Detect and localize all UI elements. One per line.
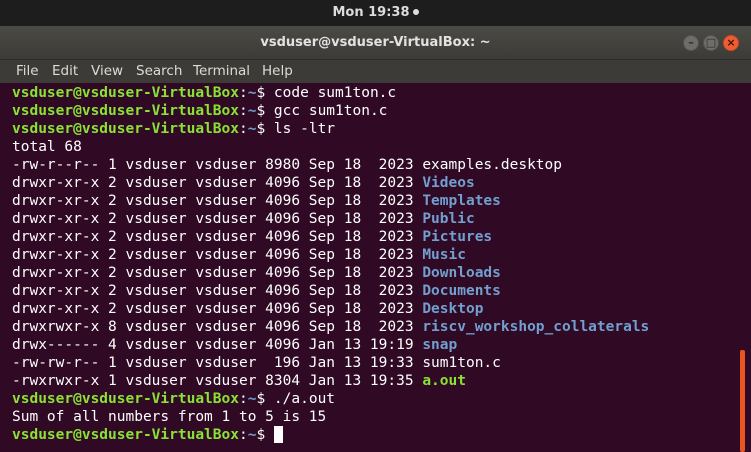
file-meta: drwxr-xr-x 2 vsduser vsduser 4096 Sep 18… (12, 247, 414, 263)
prompt-symbol: $ (256, 427, 266, 443)
top-panel: Mon 19:38 (0, 0, 751, 26)
executable-name: a.out (422, 373, 466, 389)
file-row: drwx------ 4 vsduser vsduser 4096 Jan 13… (12, 336, 457, 354)
prompt-user-host: vsduser@vsduser-VirtualBox (12, 391, 239, 407)
notification-dot-icon (412, 8, 419, 15)
file-meta: drwxr-xr-x 2 vsduser vsduser 4096 Sep 18… (12, 193, 414, 209)
prompt-user-host: vsduser@vsduser-VirtualBox (12, 121, 239, 137)
prompt-line: vsduser@vsduser-VirtualBox:~$ code sum1t… (12, 85, 397, 101)
minimize-button[interactable]: – (683, 35, 699, 51)
file-meta: drwxr-xr-x 2 vsduser vsduser 4096 Sep 18… (12, 211, 414, 227)
menu-view[interactable]: View (91, 60, 123, 83)
command-text: gcc sum1ton.c (273, 103, 388, 119)
directory-name: Pictures (422, 229, 493, 245)
terminal-output[interactable]: vsduser@vsduser-VirtualBox:~$ code sum1t… (0, 83, 751, 452)
menu-edit[interactable]: Edit (52, 60, 78, 83)
menu-help[interactable]: Help (262, 60, 293, 83)
file-row: drwxr-xr-x 2 vsduser vsduser 4096 Sep 18… (12, 192, 501, 210)
prompt-user-host: vsduser@vsduser-VirtualBox (12, 103, 239, 119)
file-meta: drwxr-xr-x 2 vsduser vsduser 4096 Sep 18… (12, 229, 414, 245)
directory-name: Documents (422, 283, 501, 299)
menu-bar: File Edit View Search Terminal Help (0, 60, 751, 83)
file-name: examples.desktop (422, 157, 562, 173)
active-prompt-line[interactable]: vsduser@vsduser-VirtualBox:~$ (12, 426, 283, 444)
file-meta: drwxr-xr-x 2 vsduser vsduser 4096 Sep 18… (12, 283, 414, 299)
file-row: drwxr-xr-x 2 vsduser vsduser 4096 Sep 18… (12, 246, 466, 264)
file-meta: drwxr-xr-x 2 vsduser vsduser 4096 Sep 18… (12, 265, 414, 281)
file-row: drwxr-xr-x 2 vsduser vsduser 4096 Sep 18… (12, 282, 501, 300)
prompt-symbol: $ (256, 121, 266, 137)
file-row: -rw-r--r-- 1 vsduser vsduser 8980 Sep 18… (12, 156, 562, 174)
prompt-symbol: $ (256, 103, 266, 119)
window-titlebar[interactable]: vsduser@vsduser-VirtualBox: ~ – □ × (0, 26, 751, 60)
file-row: drwxr-xr-x 2 vsduser vsduser 4096 Sep 18… (12, 210, 475, 228)
file-meta: drwxr-xr-x 2 vsduser vsduser 4096 Sep 18… (12, 175, 414, 191)
file-row: -rwxrwxr-x 1 vsduser vsduser 8304 Jan 13… (12, 372, 466, 390)
directory-name: Public (422, 211, 475, 227)
file-name: sum1ton.c (422, 355, 501, 371)
prompt-symbol: $ (256, 85, 266, 101)
clock-label: Mon 19:38 (332, 5, 410, 20)
directory-name: snap (422, 337, 458, 353)
file-row: drwxr-xr-x 2 vsduser vsduser 4096 Sep 18… (12, 228, 492, 246)
ls-total: total 68 (12, 139, 82, 155)
prompt-symbol: $ (256, 391, 266, 407)
close-button[interactable]: × (723, 35, 739, 51)
text-cursor (273, 426, 283, 443)
window-title: vsduser@vsduser-VirtualBox: ~ (260, 35, 491, 50)
scrollbar-thumb[interactable] (740, 350, 745, 452)
directory-name: Videos (422, 175, 475, 191)
prompt-line: vsduser@vsduser-VirtualBox:~$ ./a.out (12, 391, 336, 407)
file-meta: drwxrwxr-x 8 vsduser vsduser 4096 Sep 18… (12, 319, 414, 335)
prompt-line: vsduser@vsduser-VirtualBox:~$ gcc sum1to… (12, 103, 388, 119)
file-meta: -rwxrwxr-x 1 vsduser vsduser 8304 Jan 13… (12, 373, 414, 389)
command-text: ls -ltr (273, 121, 336, 137)
directory-name: Downloads (422, 265, 501, 281)
file-row: drwxr-xr-x 2 vsduser vsduser 4096 Sep 18… (12, 174, 475, 192)
maximize-button[interactable]: □ (703, 35, 719, 51)
directory-name: Desktop (422, 301, 484, 317)
program-output: Sum of all numbers from 1 to 5 is 15 (12, 409, 327, 425)
command-text: code sum1ton.c (273, 85, 397, 101)
directory-name: Music (422, 247, 466, 263)
directory-name: Templates (422, 193, 501, 209)
file-meta: -rw-r--r-- 1 vsduser vsduser 8980 Sep 18… (12, 157, 414, 173)
file-meta: -rw-rw-r-- 1 vsduser vsduser 196 Jan 13 … (12, 355, 414, 371)
prompt-user-host: vsduser@vsduser-VirtualBox (12, 427, 239, 443)
file-row: drwxr-xr-x 2 vsduser vsduser 4096 Sep 18… (12, 264, 501, 282)
prompt-user-host: vsduser@vsduser-VirtualBox (12, 85, 239, 101)
menu-search[interactable]: Search (136, 60, 182, 83)
directory-name: riscv_workshop_collaterals (422, 319, 650, 335)
prompt-line: vsduser@vsduser-VirtualBox:~$ ls -ltr (12, 121, 336, 137)
menu-terminal[interactable]: Terminal (193, 60, 250, 83)
file-meta: drwxr-xr-x 2 vsduser vsduser 4096 Sep 18… (12, 301, 414, 317)
file-row: drwxrwxr-x 8 vsduser vsduser 4096 Sep 18… (12, 318, 649, 336)
file-row: -rw-rw-r-- 1 vsduser vsduser 196 Jan 13 … (12, 354, 501, 372)
menu-file[interactable]: File (16, 60, 39, 83)
command-text: ./a.out (273, 391, 336, 407)
file-row: drwxr-xr-x 2 vsduser vsduser 4096 Sep 18… (12, 300, 483, 318)
clock[interactable]: Mon 19:38 (0, 0, 751, 26)
file-meta: drwx------ 4 vsduser vsduser 4096 Jan 13… (12, 337, 414, 353)
